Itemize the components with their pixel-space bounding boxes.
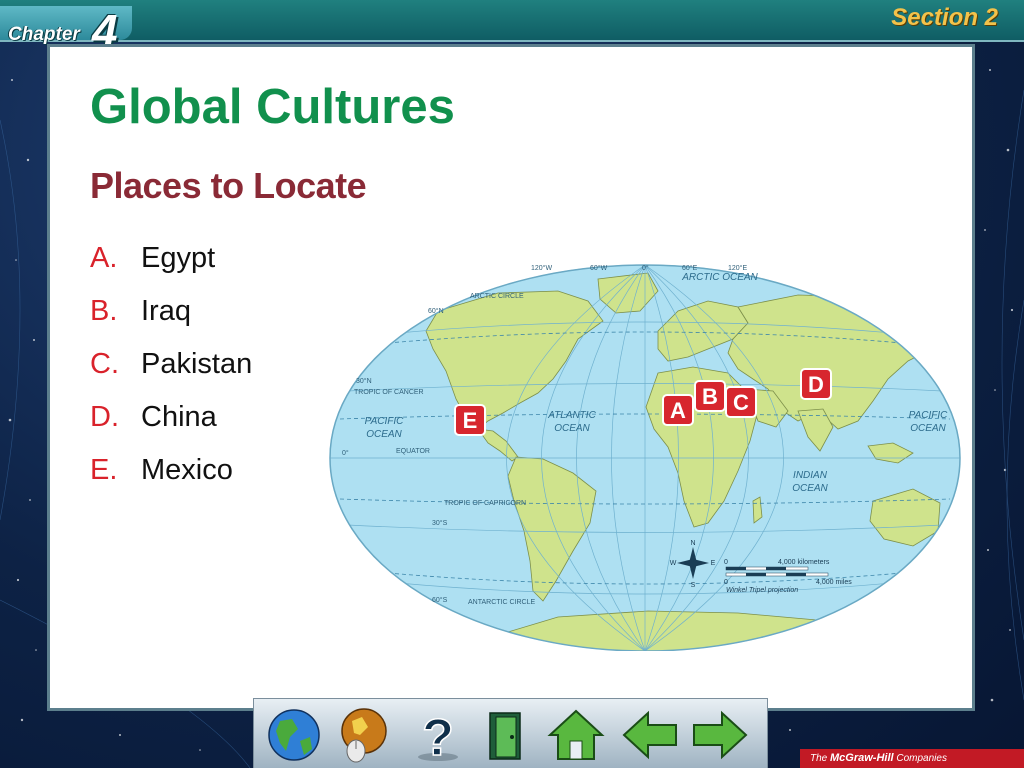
map-marker-a[interactable]: A — [662, 394, 694, 426]
compass-n: N — [690, 540, 695, 547]
svg-text:C: C — [733, 390, 749, 415]
list-item: C. Pakistan — [90, 338, 252, 391]
list-letter: D. — [90, 401, 119, 433]
longitude-label: 0° — [642, 264, 649, 272]
svg-text:A: A — [670, 398, 686, 423]
scale-mi-label: 4,000 miles — [816, 579, 852, 586]
ocean-label-indian: OCEAN — [792, 483, 828, 494]
svg-text:?: ? — [422, 709, 454, 763]
list-item: B. Iraq — [90, 285, 252, 338]
compass-e: E — [711, 560, 716, 567]
list-place-name: Egypt — [141, 242, 216, 274]
ocean-label-pacific-west: PACIFIC — [365, 416, 404, 427]
chapter-tab: Chapter 4 — [0, 5, 132, 57]
list-letter: C. — [90, 348, 119, 380]
scale-km-label: 4,000 kilometers — [778, 559, 830, 566]
longitude-label: 120°E — [728, 264, 747, 272]
home-button[interactable] — [546, 707, 606, 763]
list-letter: A. — [90, 242, 118, 274]
list-place-name: Pakistan — [141, 348, 253, 380]
chapter-label: Chapter — [8, 24, 80, 45]
ocean-label-arctic: ARCTIC OCEAN — [681, 272, 758, 283]
help-button[interactable]: ? — [408, 707, 468, 768]
publisher-name: McGraw-Hill — [830, 752, 894, 764]
latitude-label: 30°N — [356, 377, 372, 385]
ocean-label-pacific-west: OCEAN — [366, 429, 402, 440]
longitude-label: 60°W — [590, 264, 608, 272]
globe-icon — [268, 709, 320, 761]
publisher-prefix: The — [810, 753, 828, 764]
scale-zero-mi: 0 — [724, 579, 728, 586]
list-place-name: Mexico — [141, 454, 233, 486]
ocean-label-indian: INDIAN — [793, 470, 828, 481]
map-marker-c[interactable]: C — [725, 386, 757, 418]
compass-w: W — [670, 560, 677, 567]
svg-text:D: D — [808, 372, 824, 397]
latitude-label: 60°S — [432, 596, 448, 604]
arrow-left-icon — [622, 710, 677, 760]
ocean-label-atlantic: OCEAN — [554, 423, 590, 434]
places-list: A. Egypt B. Iraq C. Pakistan D. China E. Mexi… — [90, 232, 252, 497]
list-item: E. Mexico — [90, 444, 252, 497]
antarctic-circle-label: ANTARCTIC CIRCLE — [468, 599, 535, 606]
arrow-right-icon — [693, 710, 748, 760]
map-marker-d[interactable]: D — [800, 368, 832, 400]
tropic-of-capricorn-label: TROPIC OF CAPRICORN — [444, 500, 526, 507]
latitude-label: 30°S — [432, 519, 448, 527]
list-item: D. China — [90, 391, 252, 444]
list-item: A. Egypt — [90, 232, 252, 285]
slide-content-panel: Global Cultures Places to Locate A. Egypt… — [47, 44, 975, 711]
map-marker-e[interactable]: E — [454, 404, 486, 436]
arctic-circle-label: ARCTIC CIRCLE — [470, 293, 524, 300]
scale-zero-km: 0 — [724, 559, 728, 566]
home-icon — [547, 709, 605, 760]
longitude-label: 60°E — [682, 264, 698, 272]
list-place-name: China — [141, 401, 217, 433]
navigation-bar: ? — [253, 698, 768, 768]
latitude-label: 0° — [342, 449, 349, 457]
list-letter: E. — [90, 454, 118, 486]
resources-button[interactable] — [336, 707, 396, 763]
projection-label: Winkel Tripel projection — [726, 587, 798, 594]
svg-text:B: B — [702, 384, 718, 409]
map-marker-b[interactable]: B — [694, 380, 726, 412]
svg-text:E: E — [463, 408, 478, 433]
section-label: Section 2 — [891, 4, 998, 31]
back-button[interactable] — [620, 707, 680, 763]
longitude-label: 120°W — [531, 264, 552, 272]
ocean-label-pacific-east: OCEAN — [910, 423, 946, 434]
publisher-suffix: Companies — [896, 753, 947, 764]
ocean-label-pacific-east: PACIFIC — [909, 410, 948, 421]
slide-title: Global Cultures — [90, 80, 455, 134]
tropic-of-cancer-label: TROPIC OF CANCER — [354, 389, 424, 396]
equator-label: EQUATOR — [396, 448, 430, 455]
ocean-label-atlantic: ATLANTIC — [547, 410, 596, 421]
question-mark-icon: ? — [418, 708, 458, 768]
publisher-logo-bar: The McGraw-Hill Companies — [800, 749, 1024, 768]
compass-s: S — [691, 582, 696, 589]
world-map: 120°W 60°W 0° 60°E 120°E 60°N 30°N 0° 30… — [329, 264, 961, 651]
top-header-bar: Chapter 4 Section 2 — [0, 0, 1024, 57]
forward-button[interactable] — [690, 707, 750, 763]
slide-subtitle: Places to Locate — [90, 165, 367, 206]
list-letter: B. — [90, 295, 118, 327]
list-place-name: Iraq — [141, 295, 191, 327]
globe-with-mouse-icon — [341, 708, 387, 763]
globe-button[interactable] — [264, 707, 324, 763]
door-exit-icon — [489, 712, 521, 760]
exit-button[interactable] — [476, 707, 536, 763]
latitude-label: 60°N — [428, 307, 444, 315]
